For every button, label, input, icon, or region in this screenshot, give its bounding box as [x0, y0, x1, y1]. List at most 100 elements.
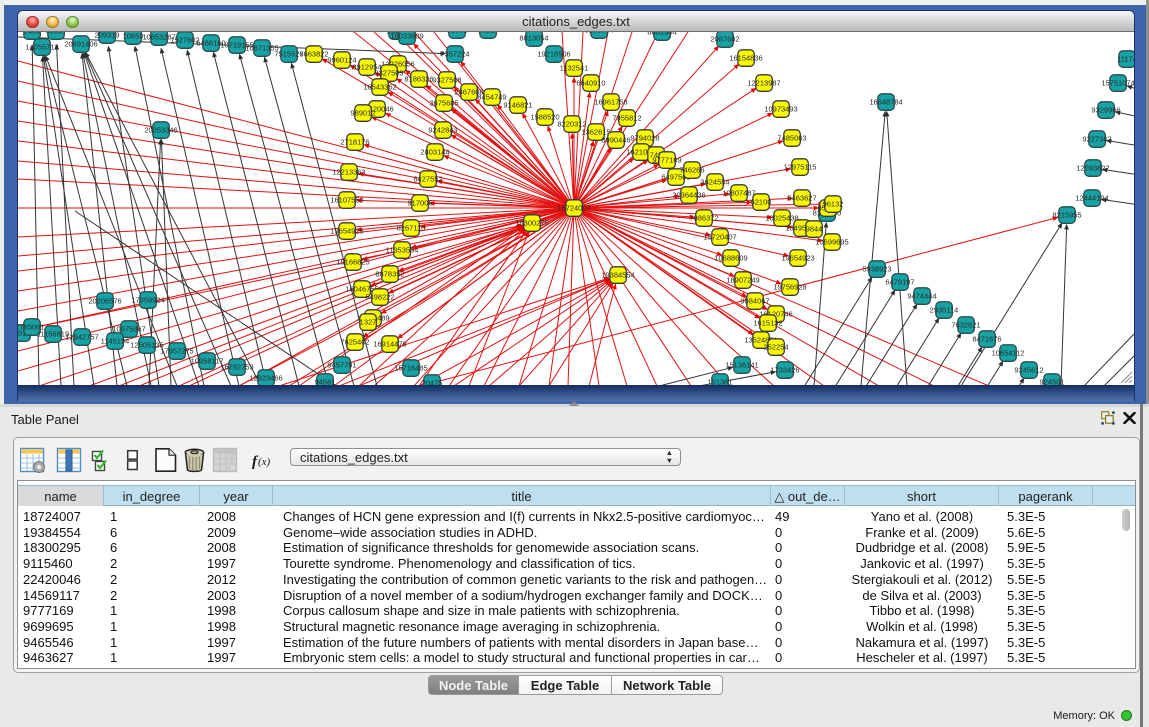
svg-text:1327: 1327 — [360, 318, 377, 327]
svg-text:18907249: 18907249 — [726, 276, 759, 285]
svg-text:1588520: 1588520 — [530, 113, 559, 122]
svg-text:62100: 62100 — [751, 198, 772, 207]
svg-text:10025438: 10025438 — [765, 214, 798, 223]
svg-text:20053346: 20053346 — [144, 126, 177, 135]
svg-text:5498222: 5498222 — [365, 293, 394, 302]
svg-text:7485063: 7485063 — [777, 134, 806, 143]
svg-text:1132541: 1132541 — [560, 64, 589, 73]
svg-text:8861304: 8861304 — [647, 32, 676, 37]
svg-text:12213987: 12213987 — [747, 79, 780, 88]
svg-text:10853: 10853 — [123, 32, 144, 41]
svg-text:924501: 924501 — [1039, 378, 1064, 385]
svg-text:19166825: 19166825 — [336, 258, 369, 267]
svg-text:7663822: 7663822 — [299, 50, 328, 59]
svg-text:15716485: 15716485 — [394, 364, 427, 373]
svg-text:94561: 94561 — [315, 378, 336, 385]
svg-text:2087682: 2087682 — [710, 35, 739, 44]
svg-text:12923466: 12923466 — [249, 374, 282, 383]
svg-text:10807487: 10807487 — [722, 189, 755, 198]
svg-text:19218506: 19218506 — [537, 50, 570, 59]
svg-text:8454749: 8454749 — [477, 93, 506, 102]
svg-text:12213363: 12213363 — [332, 168, 365, 177]
svg-text:6640910: 6640910 — [576, 79, 605, 88]
svg-text:81091: 81091 — [447, 32, 468, 35]
svg-text:9245612: 9245612 — [1014, 366, 1043, 375]
svg-text:10699695: 10699695 — [815, 238, 848, 247]
svg-text:8878352: 8878352 — [375, 270, 404, 279]
svg-text:12942757: 12942757 — [65, 333, 98, 342]
svg-text:2935114: 2935114 — [930, 306, 959, 315]
svg-text:8267110: 8267110 — [397, 224, 426, 233]
svg-text:15751074: 15751074 — [1101, 79, 1134, 88]
svg-text:19654925: 19654925 — [330, 227, 363, 236]
svg-text:16033809: 16033809 — [390, 32, 423, 41]
svg-text:11156819: 11156819 — [37, 330, 69, 339]
svg-text:2718176: 2718176 — [340, 138, 369, 147]
svg-text:1145194: 1145194 — [101, 337, 130, 346]
svg-text:8813054: 8813054 — [519, 34, 548, 43]
svg-text:7357224: 7357224 — [440, 50, 469, 59]
svg-text:9329966: 9329966 — [1091, 106, 1120, 115]
svg-text:9084067: 9084067 — [740, 297, 769, 306]
svg-text:746266: 746266 — [679, 166, 704, 175]
svg-text:8990446: 8990446 — [601, 136, 630, 145]
svg-text:8186326: 8186326 — [404, 75, 433, 84]
svg-text:19756928: 19756928 — [773, 283, 806, 292]
svg-text:209319: 209319 — [94, 32, 119, 40]
svg-text:17957275: 17957275 — [160, 347, 193, 356]
svg-text:7632621: 7632621 — [951, 321, 980, 330]
svg-text:252254: 252254 — [763, 343, 788, 352]
svg-text:8471676: 8471676 — [972, 335, 1001, 344]
svg-text:10688609: 10688609 — [714, 254, 747, 263]
svg-text:19654923: 19654923 — [781, 254, 814, 263]
svg-text:6479197: 6479197 — [885, 278, 914, 287]
svg-text:9474444: 9474444 — [907, 292, 936, 301]
svg-text:15720407: 15720407 — [703, 233, 736, 242]
svg-text:1615132: 1615132 — [753, 319, 782, 328]
svg-text:9463627: 9463627 — [787, 194, 816, 203]
svg-text:2803144: 2803144 — [420, 148, 449, 157]
svg-text:989012: 989012 — [350, 109, 375, 118]
svg-text:16107553: 16107553 — [330, 196, 363, 205]
svg-text:8215955: 8215955 — [1052, 211, 1081, 220]
svg-text:12505135: 12505135 — [130, 341, 163, 350]
svg-text:9227342: 9227342 — [1082, 135, 1111, 144]
svg-text:16543362: 16543362 — [363, 83, 396, 92]
svg-text:12975115: 12975115 — [784, 163, 817, 172]
svg-text:9327503: 9327503 — [374, 69, 403, 78]
svg-text:9327508: 9327508 — [432, 76, 461, 85]
svg-text:9457791: 9457791 — [327, 361, 356, 370]
svg-text:3624554: 3624554 — [700, 178, 729, 187]
svg-text:16648784: 16648784 — [869, 98, 902, 107]
svg-text:18724007: 18724007 — [557, 204, 590, 213]
svg-text:20364436: 20364436 — [672, 191, 705, 200]
svg-text:10958117: 10958117 — [191, 357, 224, 366]
svg-text:14055712: 14055712 — [25, 43, 58, 52]
svg-text:12444194: 12444194 — [1075, 194, 1108, 203]
svg-text:(x): (x) — [258, 456, 271, 468]
svg-text:18300275: 18300275 — [515, 219, 548, 228]
svg-text:12093822: 12093822 — [1076, 164, 1109, 173]
svg-text:20206576: 20206576 — [88, 297, 121, 306]
svg-text:16154836: 16154836 — [729, 54, 762, 63]
svg-text:9242843: 9242843 — [428, 126, 457, 135]
svg-text:96132: 96132 — [823, 200, 844, 209]
svg-text:9794028: 9794028 — [630, 134, 659, 143]
svg-text:5938923: 5938923 — [862, 265, 891, 274]
svg-text:19384554: 19384554 — [601, 271, 634, 280]
svg-text:151361: 151361 — [707, 378, 732, 385]
svg-text:9146821: 9146821 — [503, 101, 532, 110]
svg-text:10973493: 10973493 — [764, 105, 797, 114]
svg-text:90213: 90213 — [478, 32, 499, 35]
svg-text:11174: 11174 — [1117, 55, 1134, 64]
svg-text:16961758: 16961758 — [594, 98, 627, 107]
svg-text:7986372: 7986372 — [689, 214, 718, 223]
svg-text:7955812: 7955812 — [612, 114, 641, 123]
svg-text:11353594: 11353594 — [386, 246, 419, 255]
svg-text:9844: 9844 — [806, 225, 823, 234]
svg-text:7625402: 7625402 — [340, 338, 369, 347]
svg-text:90557: 90557 — [46, 32, 67, 36]
svg-text:1405: 1405 — [24, 32, 41, 36]
svg-text:9777169: 9777169 — [652, 156, 681, 165]
svg-text:8158344: 8158344 — [584, 32, 613, 35]
